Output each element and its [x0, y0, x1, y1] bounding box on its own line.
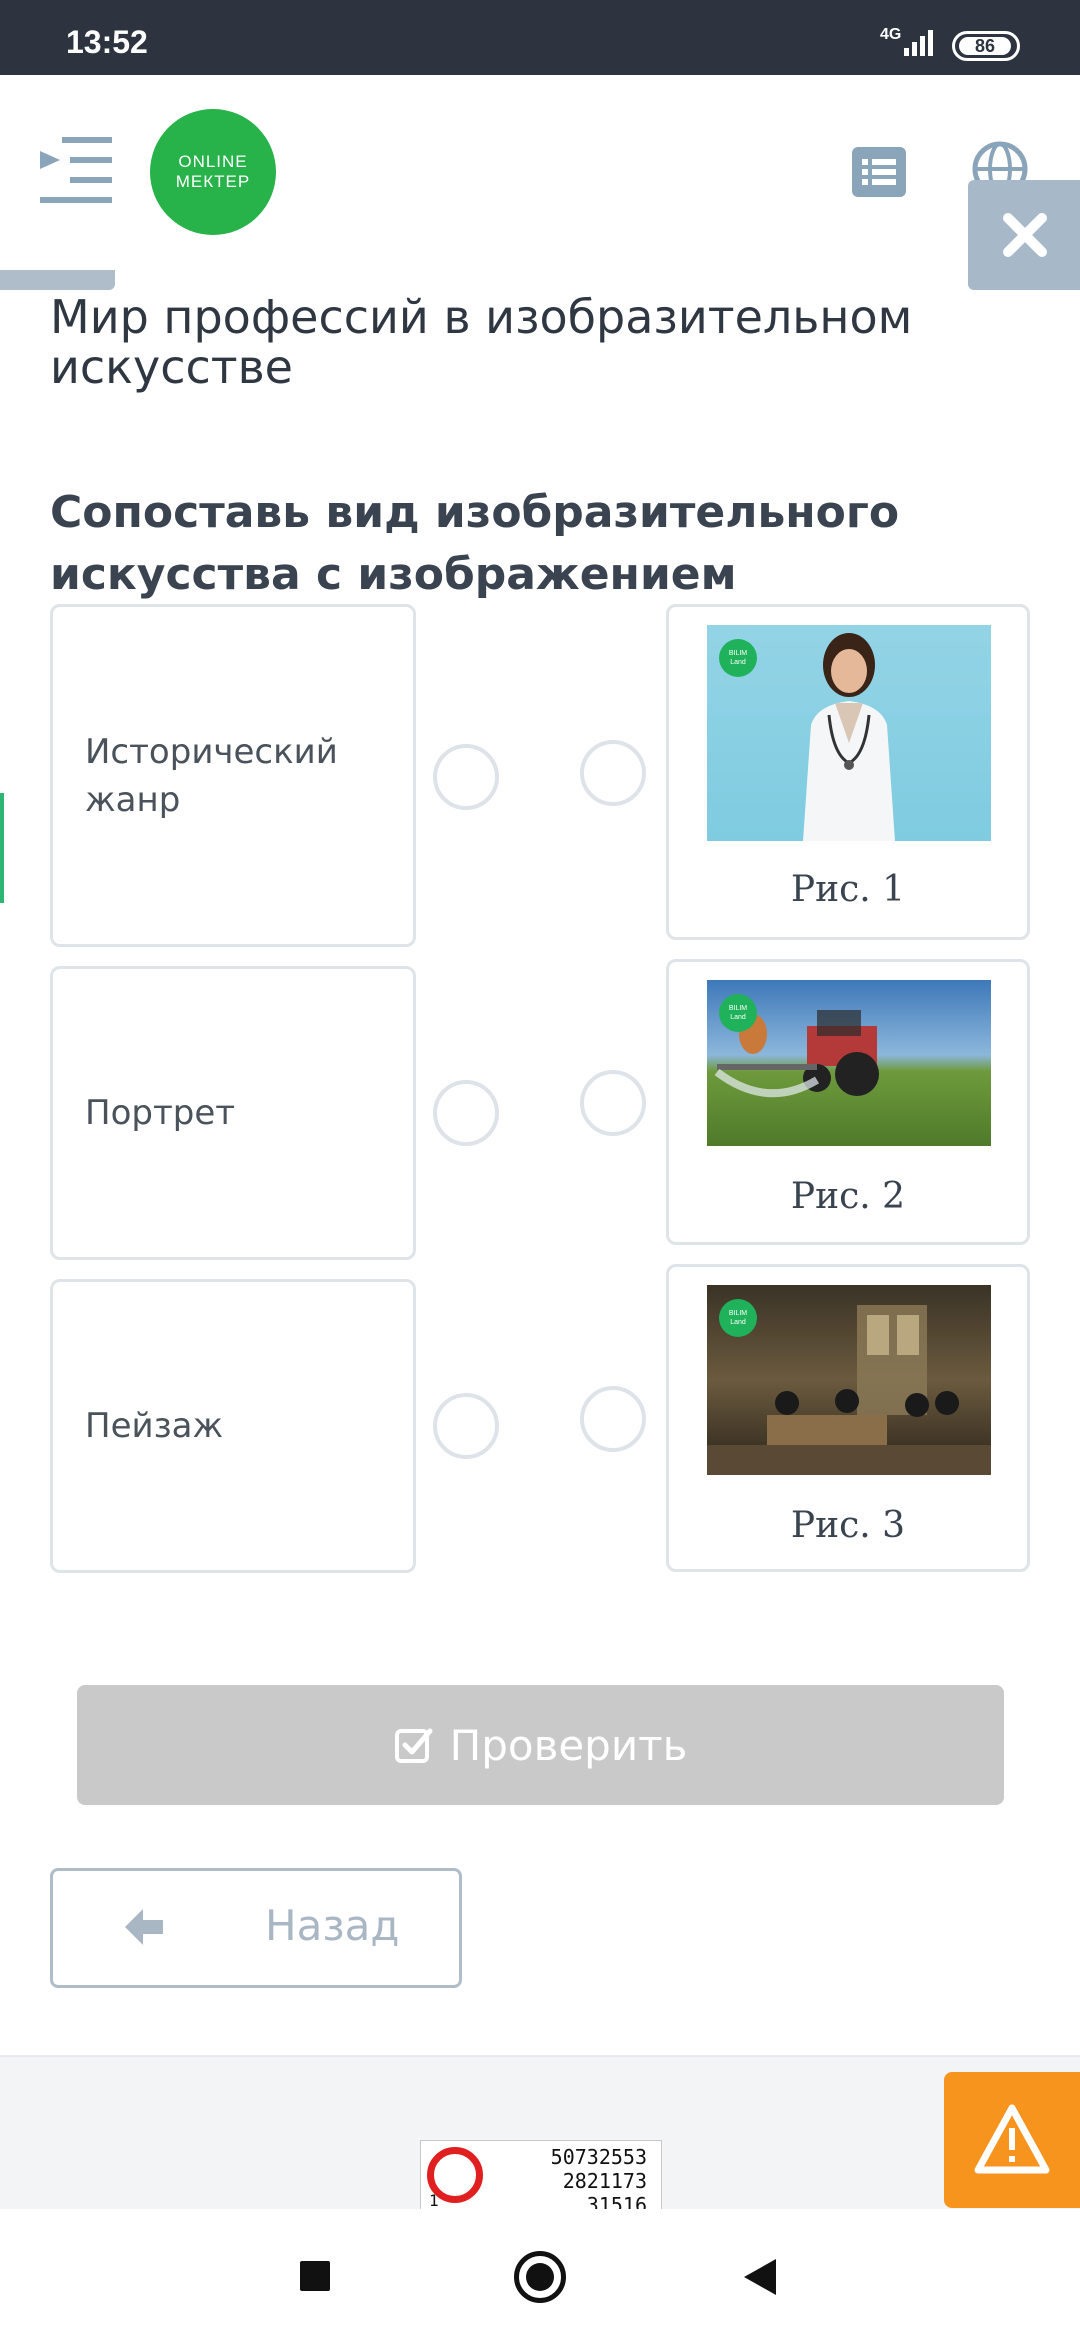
check-button-label: Проверить — [449, 1720, 688, 1770]
logo-line2: МЕКТЕР — [175, 172, 251, 191]
network-type: 4G — [880, 26, 902, 43]
status-bar: 13:52 4G 86 — [0, 0, 1080, 75]
close-icon — [1003, 213, 1047, 257]
counter-values: 50732553 2821173 31516 — [550, 2145, 647, 2210]
match-right-item[interactable]: BILIM Land Рис. 2 — [666, 959, 1030, 1245]
list-button[interactable] — [852, 147, 906, 197]
historical-interior-painting: BILIM Land — [707, 1285, 991, 1475]
image-caption: Рис. 2 — [790, 1176, 906, 1217]
doctor-photo: BILIM Land — [707, 625, 991, 841]
signal-icon — [904, 30, 933, 56]
online-mektep-logo[interactable]: ONLINE МЕКТЕР — [150, 109, 276, 235]
counter-value: 2821173 — [562, 2169, 647, 2193]
app-header: ONLINE МЕКТЕР — [0, 75, 1080, 290]
check-button[interactable]: Проверить — [77, 1685, 1004, 1805]
home-button[interactable] — [514, 2251, 566, 2303]
match-left-label: Портрет — [85, 1093, 236, 1133]
left-connector-radio[interactable] — [433, 1080, 499, 1146]
match-left-label: Пейзаж — [85, 1406, 224, 1446]
match-right-item[interactable]: BILIM Land Рис. 3 — [666, 1264, 1030, 1572]
back-button[interactable]: Назад — [50, 1868, 462, 1988]
tractor-field-photo: BILIM Land — [707, 980, 991, 1146]
side-drawer-handle[interactable] — [0, 793, 4, 903]
arrow-left-icon — [125, 1909, 163, 1945]
left-connector-radio[interactable] — [433, 1393, 499, 1459]
bilim-land-badge: BILIM Land — [719, 994, 757, 1032]
counter-value: 31516 — [586, 2193, 647, 2210]
match-left-item[interactable]: Исторический жанр — [50, 604, 416, 947]
warning-icon — [974, 2104, 1050, 2174]
counter-row-label: 1 — [429, 2191, 439, 2210]
status-time: 13:52 — [66, 24, 148, 60]
page-title: Мир профессий в изобразительном искусств… — [50, 290, 913, 394]
right-connector-radio[interactable] — [580, 1386, 646, 1452]
bilim-land-badge: BILIM Land — [719, 1299, 757, 1337]
right-connector-radio[interactable] — [580, 740, 646, 806]
back-button-label: Назад — [265, 1901, 400, 1950]
list-icon — [862, 159, 896, 185]
battery-level: 86 — [959, 37, 1011, 55]
battery-icon: 86 — [952, 31, 1020, 61]
image-caption: Рис. 3 — [790, 1505, 906, 1546]
system-nav-bar — [0, 2209, 1080, 2340]
menu-icon[interactable] — [40, 137, 112, 203]
match-right-item[interactable]: BILIM Land Рис. 1 — [666, 604, 1030, 940]
match-left-item[interactable]: Портрет — [50, 966, 416, 1260]
nav-back-icon[interactable] — [742, 2257, 778, 2297]
counter-value: 50732553 — [550, 2145, 647, 2169]
match-left-item[interactable]: Пейзаж — [50, 1279, 416, 1573]
right-connector-radio[interactable] — [580, 1070, 646, 1136]
image-caption: Рис. 1 — [790, 869, 906, 910]
recents-button[interactable] — [300, 2261, 330, 2291]
close-button[interactable] — [968, 180, 1080, 290]
report-warning-button[interactable] — [944, 2072, 1080, 2208]
left-connector-radio[interactable] — [433, 744, 499, 810]
stat-counter-widget[interactable]: 50732553 2821173 31516 1 — [420, 2140, 662, 2210]
match-left-label: Исторический жанр — [85, 731, 338, 820]
bilim-land-badge: BILIM Land — [719, 639, 757, 677]
check-square-icon — [394, 1728, 433, 1763]
menu-tab-indicator — [0, 270, 115, 290]
logo-line1: ONLINE — [178, 152, 248, 171]
